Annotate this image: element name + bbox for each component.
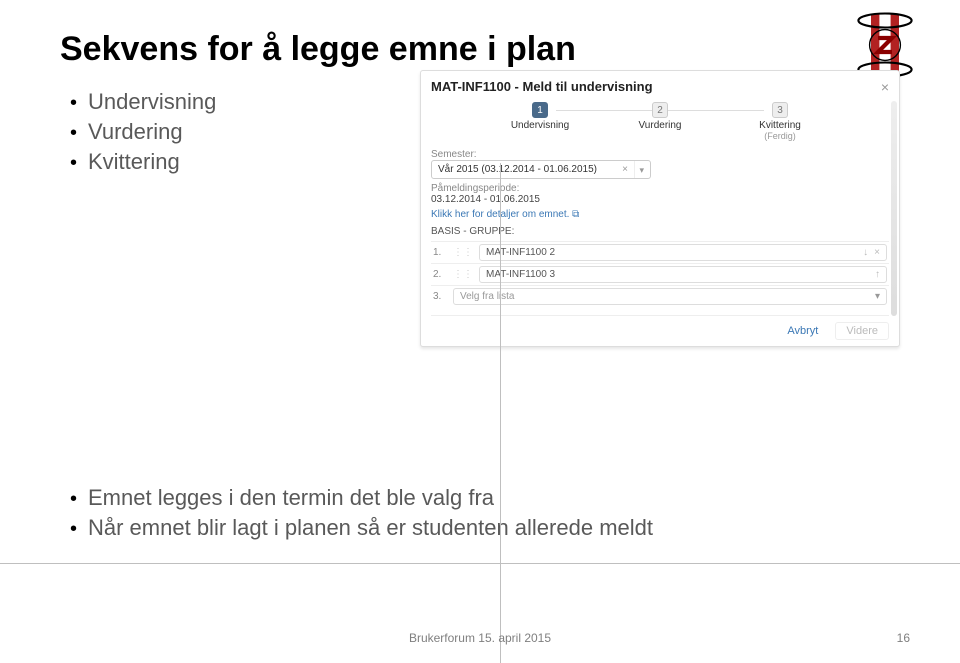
list-item: Når emnet blir lagt i planen så er stude… <box>70 515 900 541</box>
group-item[interactable]: MAT-INF1100 2 ↓ × <box>479 244 887 261</box>
step-label: Kvittering <box>745 120 815 131</box>
semester-select[interactable]: Vår 2015 (03.12.2014 - 01.06.2015) × ▾ <box>431 160 651 179</box>
list-item: Vurdering <box>70 119 410 145</box>
top-bullet-list: Undervisning Vurdering Kvittering <box>60 89 410 175</box>
step-label: Vurdering <box>625 120 695 131</box>
group-item[interactable]: MAT-INF1100 3 ↑ <box>479 266 887 283</box>
next-button[interactable]: Videre <box>835 322 889 340</box>
close-icon[interactable]: × <box>881 79 889 95</box>
remove-icon[interactable]: × <box>874 247 880 258</box>
item-label: MAT-INF1100 2 <box>486 247 555 258</box>
item-label: MAT-INF1100 3 <box>486 269 555 280</box>
clear-icon[interactable]: × <box>622 164 628 175</box>
list-item: Kvittering <box>70 149 410 175</box>
arrow-up-icon[interactable]: ↑ <box>875 269 880 280</box>
drag-handle-icon[interactable]: ⋮⋮ <box>453 269 473 280</box>
page-number: 16 <box>897 631 910 645</box>
step-number: 3 <box>772 102 788 118</box>
chevron-down-icon: ▾ <box>875 291 880 302</box>
drag-handle-icon[interactable]: ⋮⋮ <box>453 247 473 258</box>
footer-text: Brukerforum 15. april 2015 <box>0 631 960 645</box>
row-number: 2. <box>433 269 447 280</box>
slide: Sekvens for å legge emne i plan Undervis… <box>0 0 960 663</box>
chevron-down-icon[interactable]: ▾ <box>634 161 644 178</box>
scrollbar[interactable] <box>891 101 897 316</box>
dialog: MAT-INF1100 - Meld til undervisning × 1 … <box>420 70 900 347</box>
list-item: Undervisning <box>70 89 410 115</box>
row-number: 1. <box>433 247 447 258</box>
step-sublabel: (Ferdig) <box>745 131 815 141</box>
row-number: 3. <box>433 291 447 302</box>
semester-value: Vår 2015 (03.12.2014 - 01.06.2015) <box>438 164 597 175</box>
choose-from-list[interactable]: Velg fra lista ▾ <box>453 288 887 305</box>
stepper: 1 Undervisning 2 Vurdering 3 Kvittering … <box>431 102 889 141</box>
details-link[interactable]: Klikk her for detaljer om emnet. ⧉ <box>431 209 579 220</box>
step-kvittering[interactable]: 3 Kvittering (Ferdig) <box>745 102 815 141</box>
arrow-down-icon[interactable]: ↓ <box>863 247 868 258</box>
list-item: Emnet legges i den termin det ble valg f… <box>70 485 900 511</box>
page-title: Sekvens for å legge emne i plan <box>60 30 900 69</box>
cancel-button[interactable]: Avbryt <box>777 323 828 339</box>
dialog-title: MAT-INF1100 - Meld til undervisning <box>431 79 889 94</box>
step-number: 2 <box>652 102 668 118</box>
step-number: 1 <box>532 102 548 118</box>
select-placeholder: Velg fra lista <box>460 291 514 302</box>
step-label: Undervisning <box>505 120 575 131</box>
step-vurdering[interactable]: 2 Vurdering <box>625 102 695 141</box>
bottom-bullet-list: Emnet legges i den termin det ble valg f… <box>60 485 900 541</box>
step-undervisning[interactable]: 1 Undervisning <box>505 102 575 141</box>
semester-label: Semester: <box>431 149 889 160</box>
external-link-icon: ⧉ <box>572 209 579 220</box>
